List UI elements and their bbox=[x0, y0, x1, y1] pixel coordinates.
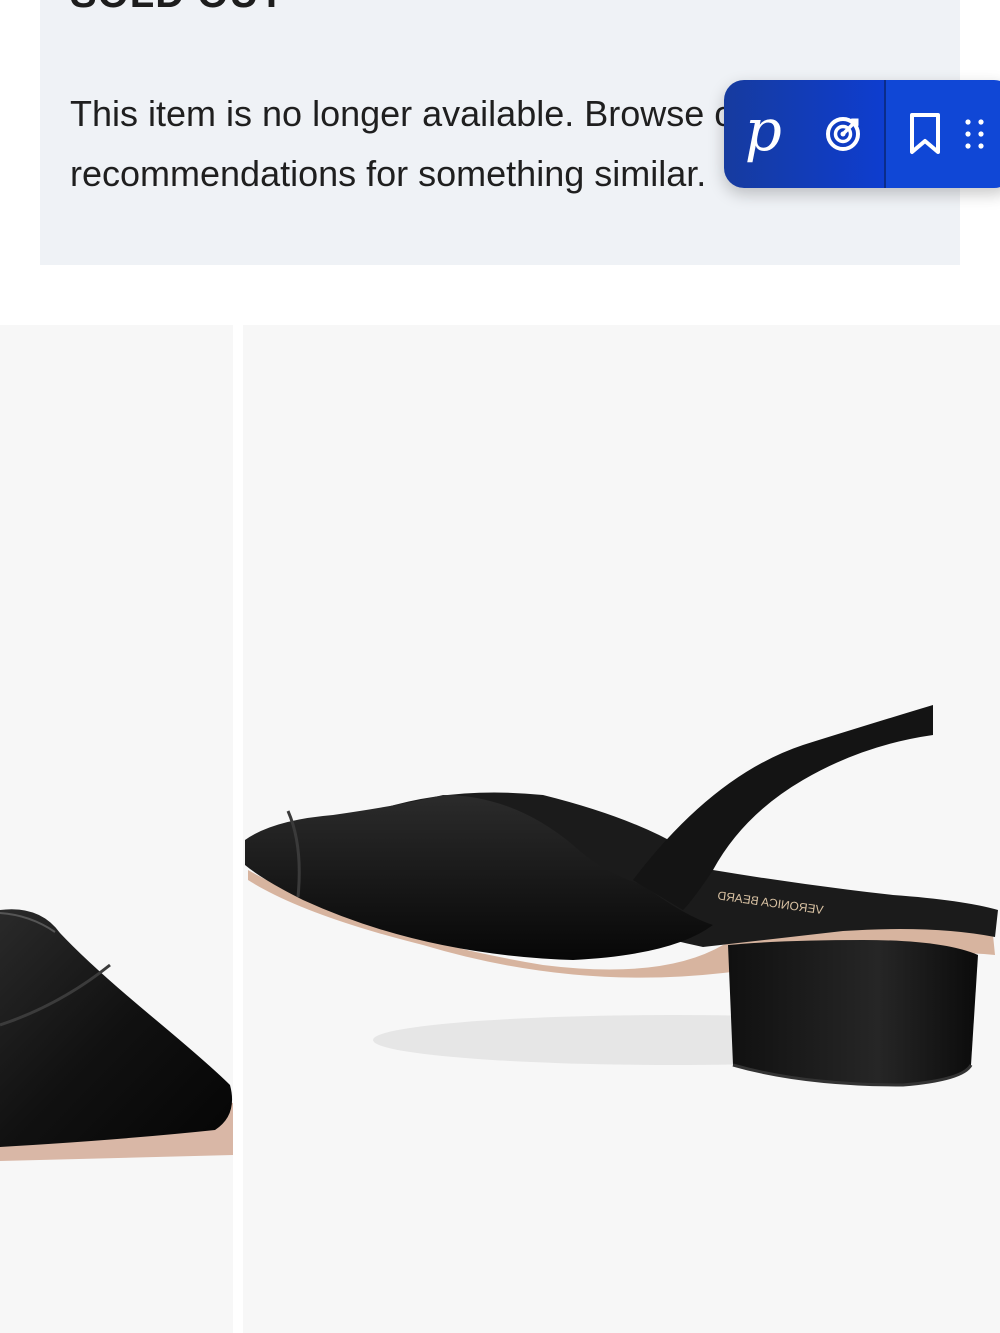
extension-main-section: p bbox=[724, 80, 886, 188]
product-page: SOLD OUT This item is no longer availabl… bbox=[0, 0, 1000, 1333]
target-icon[interactable] bbox=[823, 114, 863, 154]
extension-actions bbox=[886, 80, 1000, 188]
product-image-side[interactable]: VERONICA BEARD bbox=[243, 325, 1000, 1333]
product-image-front[interactable] bbox=[0, 325, 233, 1333]
shoe-side-view: VERONICA BEARD bbox=[245, 705, 998, 1087]
bookmark-icon[interactable] bbox=[908, 112, 942, 156]
extension-toolbar: p bbox=[724, 80, 1000, 188]
extension-logo[interactable]: p bbox=[745, 100, 782, 160]
shoe-front-view bbox=[0, 909, 233, 1161]
drag-handle-icon[interactable] bbox=[964, 117, 986, 151]
sold-out-title: SOLD OUT bbox=[70, 0, 285, 16]
